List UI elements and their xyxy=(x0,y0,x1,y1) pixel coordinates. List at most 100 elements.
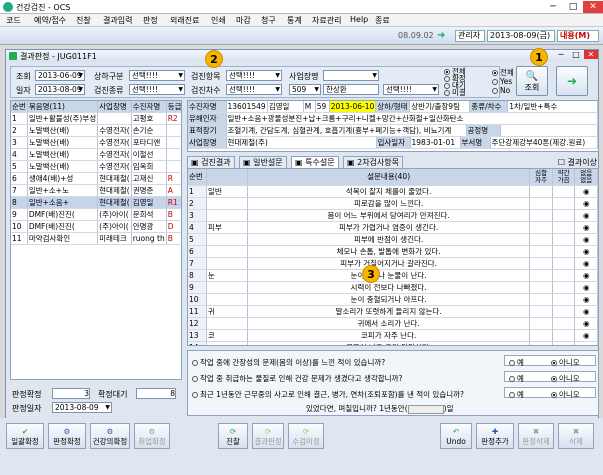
question-row[interactable]: 6 체모나 손톱, 발톱에 변화가 있다. ◉ xyxy=(188,245,598,258)
tab-special-survey[interactable]: ▣ 특수설문 xyxy=(291,156,339,168)
undo-button[interactable]: ↶ Undo xyxy=(440,423,472,449)
child-maximize[interactable]: □ xyxy=(569,50,583,59)
answer-radio[interactable]: ◉ xyxy=(574,197,598,210)
menu-stats[interactable]: 통계 xyxy=(287,15,302,26)
menu-exit[interactable]: 종료 xyxy=(375,15,390,26)
exit-child-icon[interactable]: ➜ xyxy=(556,66,588,96)
answer-radio[interactable] xyxy=(552,197,576,210)
question-row[interactable]: 13 코 코피가 자주 난다. ◉ xyxy=(188,329,598,342)
question-row[interactable]: 9 시력이 전보다 나빠졌다. ◉ xyxy=(188,281,598,294)
menu-exam[interactable]: 진찰 xyxy=(76,15,91,26)
answer-radio[interactable] xyxy=(529,269,553,282)
table-row[interactable]: 3 노말백산(배) 수영전자(포타디앤 xyxy=(11,136,181,149)
answer-radio[interactable] xyxy=(552,209,576,222)
result-abnormal-checkbox[interactable]: ☐ 결과이상 xyxy=(558,157,597,168)
menu-reservation[interactable]: 예약/접수 xyxy=(34,15,66,26)
menu-data[interactable]: 자료관리 xyxy=(312,15,341,26)
maximize-button[interactable]: □ xyxy=(563,1,583,13)
answer-radio[interactable]: ◉ xyxy=(574,317,598,330)
query-date-input[interactable]: 2013-06-09 xyxy=(35,70,85,81)
extra-q2-answer[interactable]: 예 아니오 xyxy=(504,371,596,383)
minimize-button[interactable]: ─ xyxy=(543,1,563,13)
answer-radio[interactable] xyxy=(552,221,576,234)
answer-radio[interactable]: ◉ xyxy=(574,281,598,294)
answer-radio[interactable] xyxy=(529,221,553,234)
question-row[interactable]: 5 피부에 반점이 생긴다. ◉ xyxy=(188,233,598,246)
answer-radio[interactable] xyxy=(552,233,576,246)
answer-radio[interactable] xyxy=(529,329,553,342)
answer-radio[interactable] xyxy=(529,185,553,198)
child-close[interactable]: ✕ xyxy=(584,50,598,59)
answer-radio[interactable]: ◉ xyxy=(574,185,598,198)
question-row[interactable]: 12 귀에서 소리가 난다. ◉ xyxy=(188,317,598,330)
answer-radio[interactable] xyxy=(552,269,576,282)
table-row[interactable]: 2 노말백산(배) 수영전자(손기순 xyxy=(11,124,181,137)
answer-radio[interactable] xyxy=(529,341,553,345)
menu-result-input[interactable]: 결과입력 xyxy=(103,15,132,26)
tab-general-survey[interactable]: ▣ 일반설문 xyxy=(239,156,287,168)
close-button[interactable]: ✕ xyxy=(583,1,603,13)
delete-button[interactable]: ✖ 삭제 xyxy=(558,423,594,449)
tab-exam-result[interactable]: ▣ 검진결과 xyxy=(187,156,235,168)
answer-radio[interactable]: ◉ xyxy=(574,269,598,282)
extra-q1-answer[interactable]: 예 아니오 xyxy=(504,355,596,367)
answer-radio[interactable] xyxy=(552,281,576,294)
answer-radio[interactable] xyxy=(529,257,553,270)
date-input[interactable]: 2013-08-09 xyxy=(35,84,85,95)
answer-radio[interactable]: ◉ xyxy=(574,209,598,222)
answer-radio[interactable]: ◉ xyxy=(574,293,598,306)
menu-help[interactable]: Help xyxy=(350,15,368,24)
job-confirm-button[interactable]: ⚙ 취업확정 xyxy=(134,423,170,449)
answer-radio[interactable] xyxy=(529,245,553,258)
radio-yesno-all[interactable]: 전체 xyxy=(492,68,514,77)
answer-radio[interactable] xyxy=(529,197,553,210)
chasu-select[interactable]: 선택!!!! xyxy=(226,84,282,95)
question-row[interactable]: 7 피부가 거칠어지거나 갈라진다. ◉ xyxy=(188,257,598,270)
answer-radio[interactable] xyxy=(529,293,553,306)
table-row[interactable]: 7 일반+소+노 현대제철(권명준 A xyxy=(11,184,181,197)
radio-undecided[interactable]: 미결 xyxy=(444,89,466,96)
question-row[interactable]: 8 눈 눈이시거나 눈물이 난다. ◉ xyxy=(188,269,598,282)
question-row[interactable]: 2 피로감을 많이 느낀다. ◉ xyxy=(188,197,598,210)
tab-second-exam[interactable]: ▣ 2차검사항목 xyxy=(343,156,403,168)
code-select[interactable]: 509 xyxy=(289,84,321,95)
col-company[interactable]: 사업장명 xyxy=(97,101,132,113)
table-row[interactable]: 1일반+활불성(주)부성고평호R2○ xyxy=(11,112,181,125)
answer-radio[interactable] xyxy=(529,317,553,330)
menu-outpatient[interactable]: 외래진료 xyxy=(170,15,199,26)
table-row[interactable]: 5 노말백산(배) 수영전자(임옥희 xyxy=(11,160,181,173)
exam-button[interactable]: ⟳ 진찰 xyxy=(218,423,248,449)
menu-print[interactable]: 인쇄 xyxy=(211,15,226,26)
answer-radio[interactable] xyxy=(552,293,576,306)
table-row[interactable]: 6 생애4(배)+성 현대제철(고재신 R xyxy=(11,172,181,185)
health-confirm-button[interactable]: ⚙ 건강의확정 xyxy=(90,423,130,449)
add-judge-button[interactable]: ✚ 판정추가 xyxy=(476,423,514,449)
bulk-confirm-button[interactable]: ✔ 일괄확정 xyxy=(6,423,44,449)
col-seq[interactable]: 순번 xyxy=(11,101,28,113)
col-name[interactable]: 수진자명 xyxy=(131,101,167,113)
answer-radio[interactable]: ◉ xyxy=(574,233,598,246)
col-grade[interactable]: 등급 xyxy=(166,101,181,113)
question-row[interactable]: 14 콧물이 나고 코가 답답하다. ◉ xyxy=(188,341,598,345)
answer-radio[interactable] xyxy=(552,245,576,258)
answer-radio[interactable]: ◉ xyxy=(574,329,598,342)
search-button[interactable]: 🔍 조회 xyxy=(516,66,548,96)
question-row[interactable]: 1 일반 석목이 잘지 체를이 줄었다. ◉ xyxy=(188,185,598,198)
answer-radio[interactable] xyxy=(529,209,553,222)
menu-judgement[interactable]: 판정 xyxy=(143,15,158,26)
answer-radio[interactable]: ◉ xyxy=(574,257,598,270)
answer-radio[interactable]: ◉ xyxy=(574,341,598,345)
menu-claim[interactable]: 청구 xyxy=(261,15,276,26)
extra-select[interactable]: 선택!!!! xyxy=(383,84,439,95)
question-row[interactable]: 11 귀 말소리가 또렷하게 들리지 않는다. ◉ xyxy=(188,305,598,318)
radio-yes[interactable]: Yes xyxy=(492,77,514,86)
answer-radio[interactable]: ◉ xyxy=(574,305,598,318)
table-row[interactable]: 4 노말백산(배) 수영전자(이철선 xyxy=(11,148,181,161)
table-row[interactable]: 11마약검사확인미래테크ruong thB○ xyxy=(11,232,181,245)
days-input[interactable] xyxy=(407,404,444,414)
table-row[interactable]: 10 DMF(배)진진((주)아이(안명광 D xyxy=(11,220,181,233)
radio-no[interactable]: No xyxy=(492,86,514,95)
gumjin-select[interactable]: 선택!!!! xyxy=(226,70,282,81)
question-row[interactable]: 10 눈이 충혈되거나 아프다. ◉ xyxy=(188,293,598,306)
judge-date-input[interactable]: 2013-08-09 xyxy=(52,402,112,413)
